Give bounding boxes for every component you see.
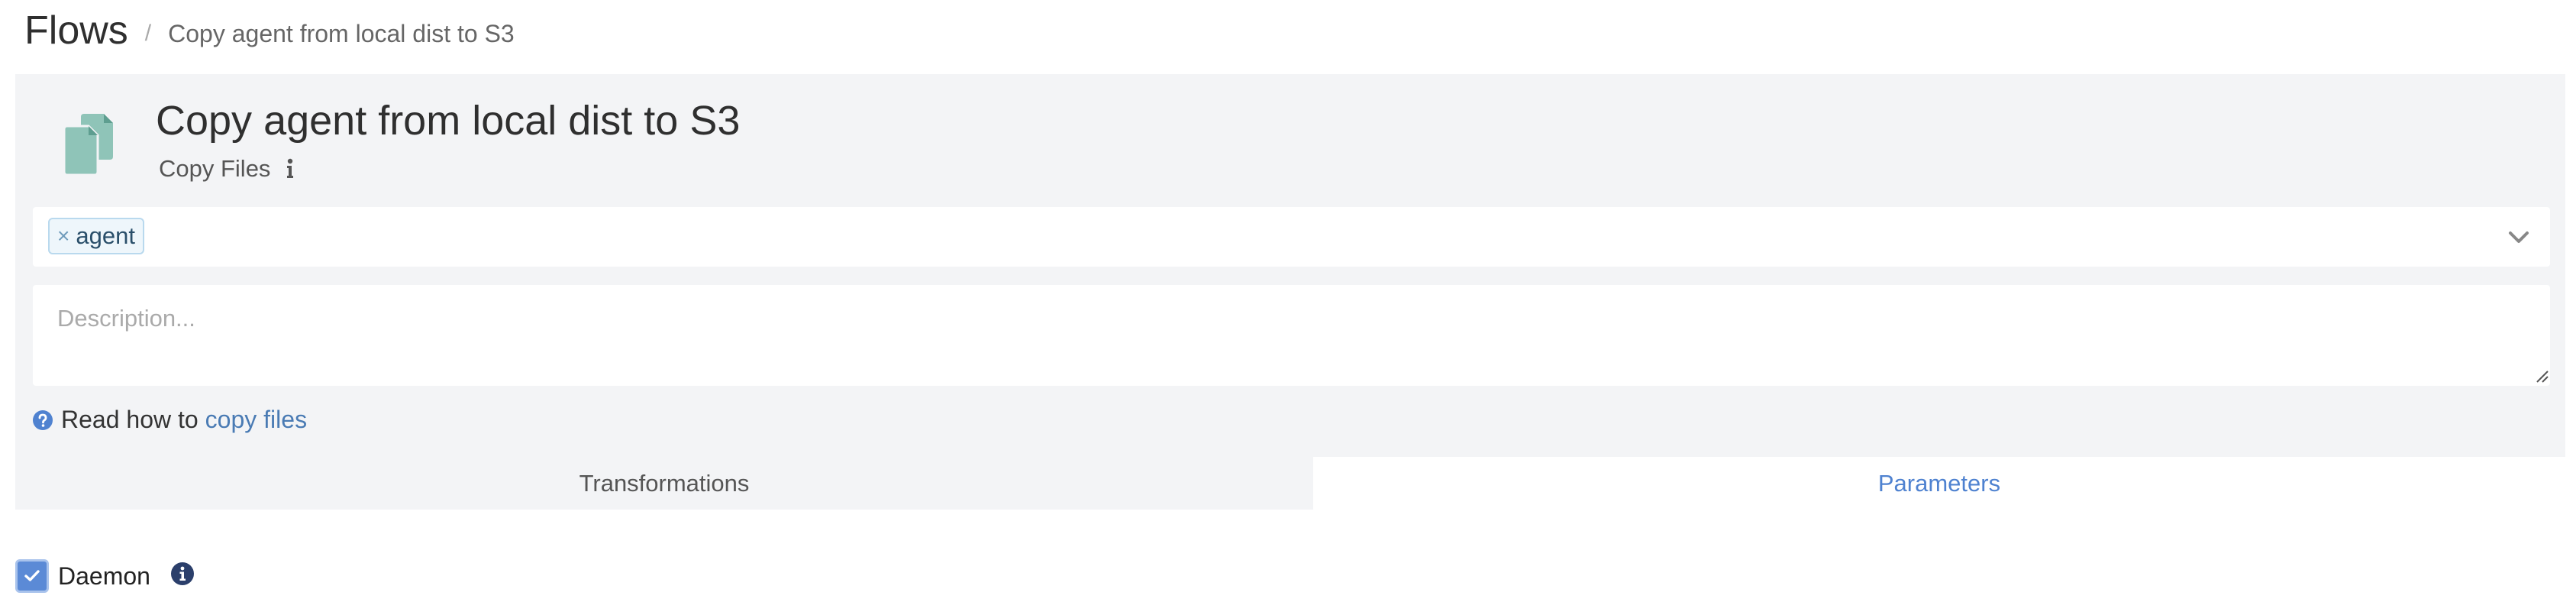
tabs: Transformations Parameters — [15, 457, 2565, 510]
checkmark-icon — [24, 570, 40, 581]
info-circle-icon[interactable] — [170, 562, 195, 586]
copy-files-icon — [63, 114, 113, 176]
flow-title[interactable]: Copy agent from local dist to S3 — [156, 97, 740, 144]
breadcrumb: Flows / Copy agent from local dist to S3 — [24, 0, 515, 61]
tab-transformations[interactable]: Transformations — [15, 457, 1313, 510]
tab-parameters[interactable]: Parameters — [1313, 457, 2565, 510]
copy-files-help-link[interactable]: copy files — [205, 406, 307, 434]
info-icon[interactable] — [286, 157, 295, 180]
tag-chip: × agent — [48, 218, 144, 254]
daemon-parameter: Daemon — [15, 559, 195, 593]
daemon-checkbox[interactable] — [15, 559, 49, 593]
breadcrumb-current: Copy agent from local dist to S3 — [168, 19, 515, 47]
help-prefix: Read how to — [61, 406, 199, 433]
breadcrumb-root-flows[interactable]: Flows — [24, 11, 128, 50]
help-line: Read how to copy files — [32, 406, 307, 434]
daemon-label: Daemon — [58, 562, 150, 590]
tag-remove-button[interactable]: × — [57, 224, 69, 248]
flow-type: Copy Files — [159, 155, 295, 183]
chevron-down-icon[interactable] — [2506, 224, 2532, 250]
flow-editor-panel: Copy agent from local dist to S3 Copy Fi… — [15, 74, 2565, 510]
tags-select[interactable]: × agent — [33, 207, 2550, 267]
resize-handle-icon[interactable] — [2535, 369, 2549, 383]
description-input[interactable] — [33, 285, 2550, 386]
flow-type-label: Copy Files — [159, 155, 271, 182]
breadcrumb-separator: / — [144, 21, 152, 46]
question-circle-icon — [33, 409, 53, 430]
tag-label: agent — [76, 222, 135, 249]
